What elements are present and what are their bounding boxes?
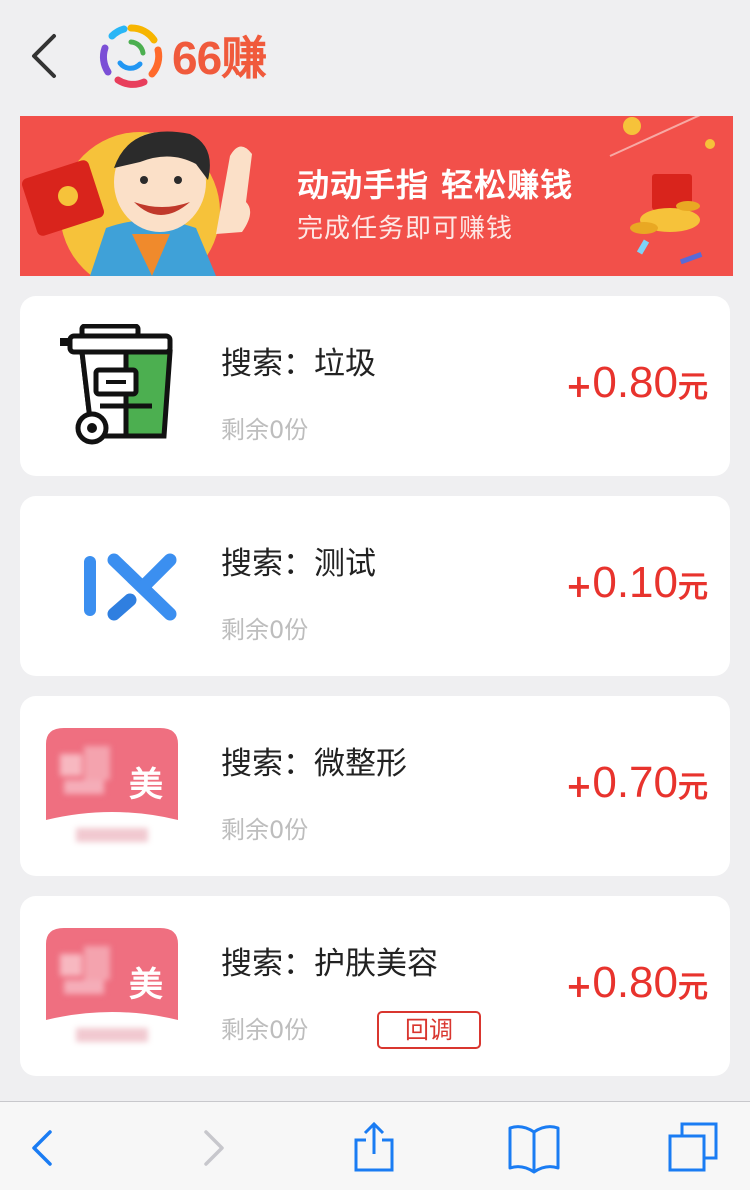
banner-title: 动动手指 轻松赚钱 <box>297 166 574 204</box>
task-title: 搜索：微整形 <box>221 746 407 782</box>
trash-can-icon <box>60 324 173 445</box>
bookmarks-icon[interactable] <box>506 1120 562 1176</box>
browser-toolbar <box>0 1101 750 1190</box>
tabs-icon[interactable] <box>666 1120 722 1176</box>
forward-arrow-icon[interactable] <box>184 1120 240 1176</box>
task-card[interactable]: 搜索：测试 剩余0份 +0.10元 <box>20 496 730 676</box>
task-card[interactable]: 美 搜索：微整形 剩余0份 +0.70元 <box>20 696 730 876</box>
ix-logo-icon <box>84 553 177 621</box>
task-title: 搜索：垃圾 <box>221 346 376 382</box>
app-logo: 66赚 <box>96 20 267 90</box>
task-reward: +0.70元 <box>566 758 708 808</box>
task-list: 搜索：垃圾 剩余0份 +0.80元 搜索：测试 剩余0份 +0.10元 美 搜索… <box>20 296 730 1096</box>
task-reward: +0.80元 <box>566 958 708 1008</box>
back-arrow-icon[interactable] <box>16 1120 72 1176</box>
task-remaining: 剩余0份 <box>221 616 309 644</box>
task-remaining: 剩余0份 <box>221 416 309 444</box>
callback-tag[interactable]: 回调 <box>377 1011 481 1049</box>
reward-unit: 元 <box>678 770 708 805</box>
share-icon[interactable] <box>346 1120 402 1176</box>
task-title: 搜索：护肤美容 <box>221 946 438 982</box>
task-card[interactable]: 搜索：垃圾 剩余0份 +0.80元 <box>20 296 730 476</box>
reward-unit: 元 <box>678 570 708 605</box>
reward-plus: + <box>565 367 593 405</box>
banner-subtitle: 完成任务即可赚钱 <box>297 214 514 244</box>
reward-amount: 0.10 <box>592 558 678 607</box>
promo-banner[interactable]: 动动手指 轻松赚钱 完成任务即可赚钱 <box>20 116 733 276</box>
reward-unit: 元 <box>678 370 708 405</box>
reward-unit: 元 <box>678 970 708 1005</box>
task-remaining: 剩余0份 <box>221 1016 309 1044</box>
chevron-left-icon[interactable] <box>24 28 68 84</box>
reward-plus: + <box>565 967 593 1005</box>
beauty-app-icon: 美 <box>46 728 178 842</box>
task-title: 搜索：测试 <box>221 546 376 582</box>
beauty-app-char: 美 <box>129 965 163 1005</box>
beauty-app-icon: 美 <box>46 928 178 1042</box>
logo-text: 66赚 <box>172 32 267 84</box>
reward-amount: 0.80 <box>592 958 678 1007</box>
app-header: 66赚 <box>0 0 750 110</box>
task-reward: +0.10元 <box>566 558 708 608</box>
task-card[interactable]: 美 搜索：护肤美容 剩余0份 回调 +0.80元 <box>20 896 730 1076</box>
reward-plus: + <box>565 767 593 805</box>
beauty-app-char: 美 <box>129 765 163 805</box>
task-remaining: 剩余0份 <box>221 816 309 844</box>
reward-plus: + <box>565 567 593 605</box>
task-reward: +0.80元 <box>566 358 708 408</box>
pinwheel-logo-icon <box>99 24 163 88</box>
reward-amount: 0.80 <box>592 358 678 407</box>
reward-amount: 0.70 <box>592 758 678 807</box>
